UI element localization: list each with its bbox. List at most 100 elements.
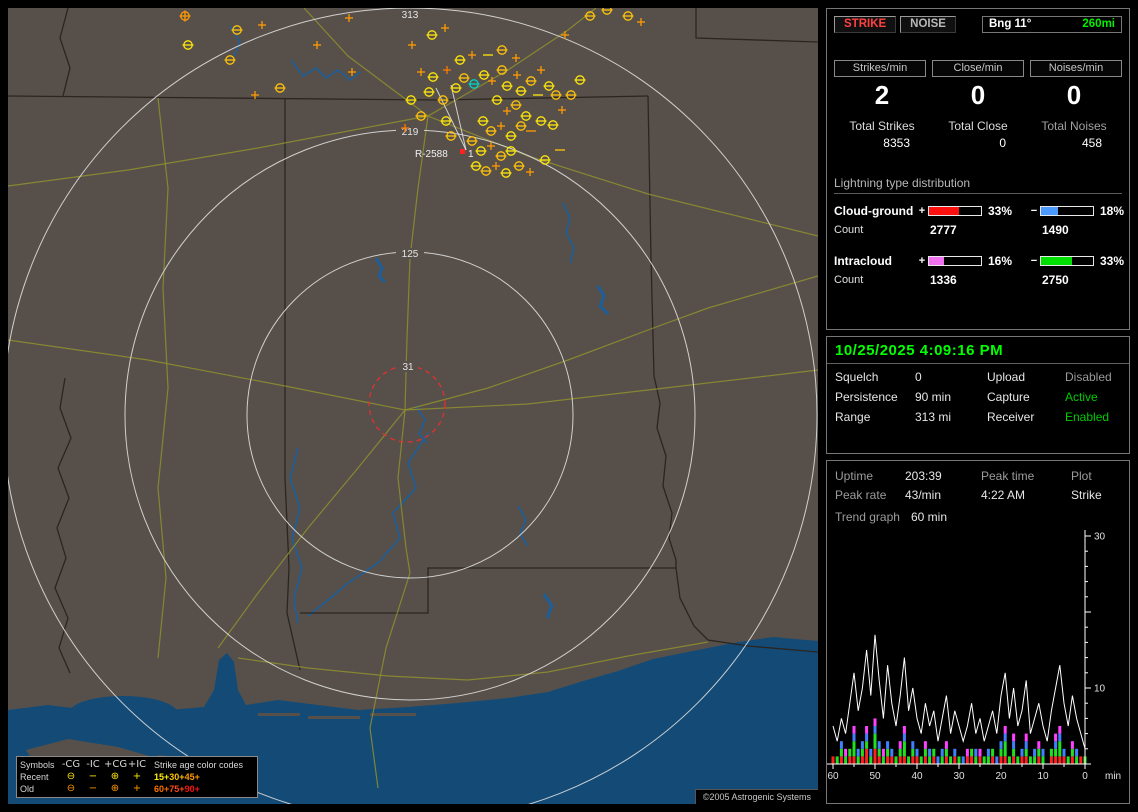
ring-label-31: 31 [402,362,414,373]
ring-label-313: 313 [402,10,419,21]
cg-negative-bar [1040,205,1094,216]
total-strikes-value: 8353 [883,136,910,150]
legend-col-neg-ic: -IC [86,759,100,770]
legend-age-title: Strike age color codes [154,760,244,770]
minus-sign: − [1030,204,1038,217]
total-close-label: Total Close [948,119,1008,133]
svg-text:30: 30 [1094,532,1106,543]
peak-time-label: Peak time [981,469,1035,483]
capture-label: Capture [987,390,1030,404]
total-strikes-label: Total Strikes [849,119,915,133]
plot-label: Plot [1071,469,1092,483]
copyright-label: ©2005 Astrogenic Systems [694,789,818,804]
storm-cell-marker [460,149,465,154]
total-noises-value: 458 [1081,136,1102,150]
barrier-island [258,713,300,716]
trend-graph-label: Trend graph [835,510,900,524]
ic-positive-count: 1336 [930,272,957,287]
persistence-label: Persistence [835,390,898,404]
legend-age-old: 60+75+90+ [148,784,254,794]
legend-symbols-label: Symbols [20,760,55,770]
lake-pontchartrain [68,696,178,732]
range-label: Range [835,410,871,424]
capture-status: Active [1065,390,1098,404]
barrier-island [370,713,416,716]
range-setting-value: 313 mi [915,410,952,424]
strikes-per-min-value: 2 [874,80,890,110]
age-60: 60+ [154,784,170,794]
svg-text:30: 30 [953,771,965,782]
trend-section: Uptime 203:39 Peak time Plot Peak rate 4… [826,460,1130,804]
plus-sign: + [918,204,926,217]
age-15: 15+ [154,772,170,782]
storm-cell-count: 1 [468,149,474,160]
svg-text:0: 0 [1082,771,1088,782]
bearing-range-box[interactable]: Bng 11° 260mi [982,16,1122,33]
total-noises-label: Total Noises [1041,119,1107,133]
intracloud-label: Intracloud [834,253,893,268]
plus-sign: + [918,254,926,267]
strike-stats-section: STRIKE NOISE Bng 11° 260mi Strikes/min C… [826,8,1130,330]
trend-graph-header: Trend graph 60 min [827,504,1129,524]
recent-pos-cg-icon: ⊕ [110,771,120,782]
uptime-stats-grid: Uptime 203:39 Peak time Plot Peak rate 4… [827,467,1129,504]
count-label: Count [834,223,864,236]
barrier-island [308,716,360,719]
trend-graph: 30 10 60 50 40 30 20 10 0 min [827,530,1121,782]
cg-negative-pct: 18% [1100,203,1125,218]
close-per-min-value: 0 [970,80,986,110]
rate-boxes: Strikes/min Close/min Noises/min [834,60,1122,77]
legend-col-neg-cg: -CG [61,759,81,770]
legend-recent-label: Recent [20,772,49,782]
noises-per-min-value: 0 [1066,80,1082,110]
legend-old-label: Old [20,784,35,794]
peak-time-value: 4:22 AM [981,488,1026,502]
strikes-per-min-button[interactable]: Strikes/min [834,60,926,77]
svg-text:min: min [1105,771,1121,782]
noise-button[interactable]: NOISE [900,16,956,33]
cg-positive-count: 2777 [930,222,957,237]
cloud-ground-count-row: Count 2777 1490 [834,222,1122,237]
svg-text:40: 40 [911,771,923,782]
map[interactable]: 313 219 125 31 R-2588 1 [8,8,818,804]
settings-grid: Squelch 0 Upload Disabled Persistence 90… [827,364,1129,431]
svg-text:20: 20 [995,771,1007,782]
old-pos-cg-icon: ⊕ [110,783,120,794]
side-panel: STRIKE NOISE Bng 11° 260mi Strikes/min C… [826,8,1130,804]
svg-text:60: 60 [827,771,839,782]
recent-neg-ic-icon: − [88,771,98,782]
uptime-label: Uptime [835,469,874,483]
bearing-value: Bng 11° [989,18,1032,30]
noises-per-min-button[interactable]: Noises/min [1030,60,1122,77]
upload-label: Upload [987,370,1026,384]
uptime-value: 203:39 [905,469,942,483]
strike-button[interactable]: STRIKE [834,16,897,33]
cloud-ground-row: Cloud-ground + 33% − 18% [834,203,1125,218]
ic-positive-bar [928,255,982,266]
squelch-label: Squelch [835,370,879,384]
minus-sign: − [1030,254,1038,267]
receiver-label: Receiver [987,410,1035,424]
lightning-tracker-app: 313 219 125 31 R-2588 1 Symbols -CG -IC … [0,0,1138,812]
recent-neg-cg-icon: ⊖ [66,771,76,782]
map-area[interactable]: 313 219 125 31 R-2588 1 Symbols -CG -IC … [8,8,818,804]
cg-positive-pct: 33% [988,203,1013,218]
trend-graph-window: 60 min [911,510,948,524]
age-30: 30+ [169,772,185,782]
peak-rate-value: 43/min [905,488,942,502]
peak-rate-label: Peak rate [835,488,887,502]
ic-negative-pct: 33% [1100,253,1125,268]
cg-negative-count: 1490 [1042,222,1069,237]
recent-pos-ic-icon: + [132,771,142,782]
datetime-display: 10/25/2025 4:09:16 PM [827,337,1129,364]
legend-old-row: Old ⊖ − ⊕ + 60+75+90+ [20,783,254,795]
mode-button-row: STRIKE NOISE Bng 11° 260mi [834,15,1122,34]
age-45: 45+ [184,772,200,782]
status-section: 10/25/2025 4:09:16 PM Squelch 0 Upload D… [826,336,1130,454]
svg-text:10: 10 [1037,771,1049,782]
ring-label-125: 125 [402,249,419,260]
close-per-min-button[interactable]: Close/min [932,60,1024,77]
old-neg-cg-icon: ⊖ [66,783,76,794]
distribution-title: Lightning type distribution [834,176,1122,194]
persistence-value: 90 min [915,390,952,404]
